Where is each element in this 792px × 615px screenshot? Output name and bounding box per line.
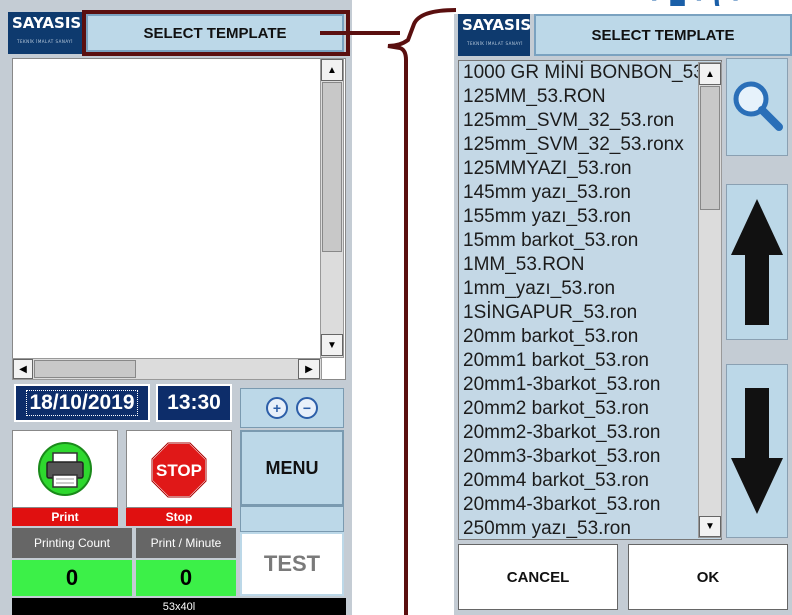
template-list-item[interactable]: 125mm_SVM_32_53.ronx — [459, 133, 721, 157]
callout-bracket — [387, 8, 457, 615]
printer-icon — [38, 442, 92, 496]
menu-button[interactable]: MENU — [240, 430, 344, 506]
test-button[interactable]: TEST — [240, 532, 344, 596]
template-list-item[interactable]: 20mm1 barkot_53.ron — [459, 349, 721, 373]
template-list-item[interactable]: 15mm barkot_53.ron — [459, 229, 721, 253]
stop-button[interactable]: STOP — [126, 430, 232, 508]
template-list-item[interactable]: 125mm_SVM_32_53.ron — [459, 109, 721, 133]
scroll-up-button[interactable]: ▲ — [321, 59, 343, 81]
arrow-down-icon — [731, 388, 783, 514]
list-scroll-up-button[interactable]: ▲ — [699, 63, 721, 85]
template-list-item[interactable]: 20mm1-3barkot_53.ron — [459, 373, 721, 397]
zoom-out-icon[interactable]: − — [296, 397, 318, 419]
print-button[interactable] — [12, 430, 118, 508]
template-list-item[interactable]: 155mm yazı_53.ron — [459, 205, 721, 229]
printing-count-value: 0 — [12, 560, 132, 596]
template-list-item[interactable]: 20mm barkot_53.ron — [459, 325, 721, 349]
template-items: 1000 GR MİNİ BONBON_53.ron 125MM_53.RON 12… — [459, 61, 721, 539]
logo-tagline: TEKNİK İMALAT SANAYİ — [17, 39, 73, 44]
print-per-minute-value: 0 — [136, 560, 236, 596]
scroll-up-arrow-button[interactable] — [726, 184, 788, 340]
template-list-item[interactable]: 125MMYAZI_53.ron — [459, 157, 721, 181]
template-list-item[interactable]: 1MM_53.RON — [459, 253, 721, 277]
template-list-item[interactable]: 145mm yazı_53.ron — [459, 181, 721, 205]
template-list-item[interactable]: 20mm4 barkot_53.ron — [459, 469, 721, 493]
callout-highlight — [82, 10, 350, 56]
stop-sign-text: STOP — [156, 461, 202, 480]
ok-button[interactable]: OK — [628, 544, 788, 610]
template-list-item[interactable]: 1SİNGAPUR_53.ron — [459, 301, 721, 325]
search-button[interactable] — [726, 58, 788, 156]
template-list-item[interactable]: 20mm2-3barkot_53.ron — [459, 421, 721, 445]
template-preview[interactable] — [12, 58, 346, 380]
scroll-left-button[interactable]: ◀ — [13, 359, 33, 379]
template-list-item[interactable]: 20mm3-3barkot_53.ron — [459, 445, 721, 469]
status-bar: 53x40l — [12, 598, 346, 615]
scroll-down-button[interactable]: ▼ — [321, 334, 343, 356]
scroll-down-arrow-button[interactable] — [726, 364, 788, 538]
list-scroll-thumb[interactable] — [700, 86, 720, 210]
date-display: 18/10/2019 — [14, 384, 150, 422]
stop-label: Stop — [126, 508, 232, 526]
printing-count-label: Printing Count — [12, 528, 132, 558]
time-display: 13:30 — [156, 384, 232, 422]
stop-sign-icon: STOP — [151, 442, 207, 498]
template-list[interactable]: 1000 GR MİNİ BONBON_53.ron 125MM_53.RON 12… — [458, 60, 722, 540]
template-list-item[interactable]: 20mm2 barkot_53.ron — [459, 397, 721, 421]
logo: SAYASIS TEKNİK İMALAT SANAYİ — [8, 12, 84, 54]
overlay-partial-text: · ■ · ( · — [650, 0, 792, 6]
zoom-controls: + − — [240, 388, 344, 428]
cancel-button[interactable]: CANCEL — [458, 544, 618, 610]
vertical-scroll-thumb[interactable] — [322, 82, 342, 252]
logo-text: SAYASIS — [462, 16, 532, 34]
date-text: 18/10/2019 — [26, 390, 138, 416]
print-label: Print — [12, 508, 118, 526]
scroll-right-button[interactable]: ▶ — [298, 359, 320, 379]
main-screen: SAYASIS TEKNİK İMALAT SANAYİ SELECT TEMP… — [0, 0, 352, 615]
logo-tagline: TEKNİK İMALAT SANAYİ — [467, 41, 523, 46]
zoom-in-icon[interactable]: + — [266, 397, 288, 419]
select-template-dialog: SAYASIS TEKNİK İMALAT SANAYİ SELECT TEMP… — [454, 14, 792, 615]
template-list-item[interactable]: 250mm yazı_53.ron — [459, 517, 721, 539]
logo: SAYASIS TEKNİK İMALAT SANAYİ — [458, 14, 532, 56]
list-scroll-down-button[interactable]: ▼ — [699, 516, 721, 537]
print-per-minute-label: Print / Minute — [136, 528, 236, 558]
horizontal-scroll-thumb[interactable] — [34, 360, 136, 378]
template-list-item[interactable]: 1mm_yazı_53.ron — [459, 277, 721, 301]
arrow-up-icon — [731, 199, 783, 325]
dialog-title: SELECT TEMPLATE — [534, 14, 792, 56]
search-icon — [733, 81, 783, 131]
menu-button-spacer — [240, 506, 344, 532]
template-list-item[interactable]: 1000 GR MİNİ BONBON_53.ron — [459, 61, 721, 85]
template-list-item[interactable]: 20mm4-3barkot_53.ron — [459, 493, 721, 517]
logo-text: SAYASIS — [12, 14, 82, 32]
template-list-item[interactable]: 125MM_53.RON — [459, 85, 721, 109]
